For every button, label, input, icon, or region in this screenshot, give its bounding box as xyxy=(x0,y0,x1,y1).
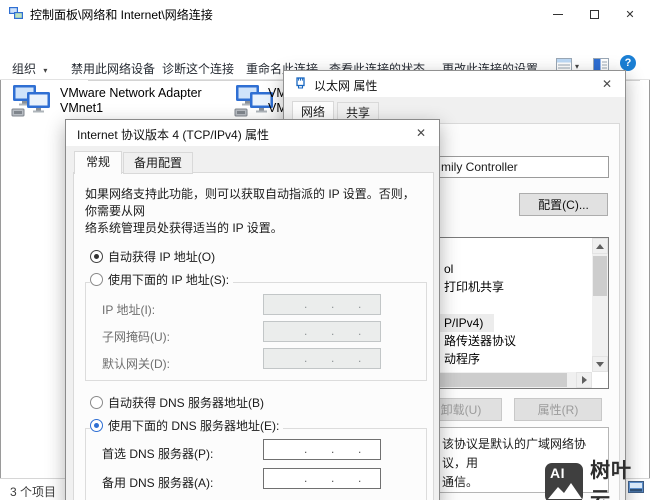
radio-auto-ip[interactable]: 自动获得 IP 地址(O) xyxy=(90,248,219,265)
octet-separator: . xyxy=(358,471,361,485)
radio-auto-ip-label: 自动获得 IP 地址(O) xyxy=(108,248,215,265)
toolbar-disable-device[interactable]: 禁用此网络设备 xyxy=(71,60,155,77)
octet-separator: . xyxy=(331,324,334,338)
close-icon: ✕ xyxy=(416,126,426,140)
radio-selected-icon xyxy=(90,419,103,432)
window-title: 控制面板\网络和 Internet\网络连接 xyxy=(30,6,213,23)
octet-separator: . xyxy=(358,297,361,311)
ethernet-icon xyxy=(294,77,307,90)
octet-separator: . xyxy=(304,351,307,365)
radio-auto-dns[interactable]: 自动获得 DNS 服务器地址(B) xyxy=(90,394,268,411)
vertical-scrollbar[interactable] xyxy=(592,238,608,372)
ip-address-label: IP 地址(I): xyxy=(102,301,155,318)
scroll-up-button[interactable] xyxy=(592,238,608,254)
ip-address-field: . . . xyxy=(263,294,381,315)
ethernet-dialog-titlebar: 以太网 属性 ✕ xyxy=(284,71,625,97)
title-bar: 控制面板\网络和 Internet\网络连接 ✕ xyxy=(0,0,650,28)
toolbar-diagnose-connection[interactable]: 诊断这个连接 xyxy=(162,60,234,77)
octet-separator: . xyxy=(304,297,307,311)
radio-auto-dns-label: 自动获得 DNS 服务器地址(B) xyxy=(108,394,264,411)
ethernet-dialog-title: 以太网 属性 xyxy=(314,77,377,94)
configure-button[interactable]: 配置(C)... xyxy=(519,193,608,216)
close-icon: ✕ xyxy=(625,8,634,21)
watermark-logo-icon: AI xyxy=(545,463,583,500)
tab-alternate-config[interactable]: 备用配置 xyxy=(123,152,193,174)
octet-separator: . xyxy=(358,351,361,365)
scroll-right-button[interactable] xyxy=(576,372,592,388)
radio-unselected-icon xyxy=(90,396,103,409)
octet-separator: . xyxy=(331,442,334,456)
organize-caret-icon: ▾ xyxy=(43,66,47,75)
vertical-scroll-thumb[interactable] xyxy=(593,256,607,296)
radio-manual-dns[interactable]: 使用下面的 DNS 服务器地址(E): xyxy=(90,417,283,434)
preferred-dns-label: 首选 DNS 服务器(P): xyxy=(102,445,213,462)
minimize-button[interactable] xyxy=(540,0,576,28)
intro-line: 如果网络支持此功能，则可以获取自动指派的 IP 设置。否则，你需要从网 xyxy=(85,186,420,220)
radio-manual-ip-label: 使用下面的 IP 地址(S): xyxy=(108,271,229,288)
maximize-icon xyxy=(590,10,599,19)
scroll-right-icon xyxy=(582,376,587,384)
octet-separator: . xyxy=(358,442,361,456)
tcpip-properties-dialog: Internet 协议版本 4 (TCP/IPv4) 属性 ✕ 常规 备用配置 … xyxy=(65,119,440,500)
picture-icon xyxy=(628,481,644,493)
watermark-brand: 树叶云 xyxy=(590,454,650,500)
scroll-down-icon xyxy=(596,362,604,367)
help-icon: ? xyxy=(625,57,632,69)
minimize-icon xyxy=(553,14,563,15)
tab-general[interactable]: 常规 xyxy=(74,151,122,174)
tcpip-dialog-titlebar: Internet 协议版本 4 (TCP/IPv4) 属性 ✕ xyxy=(66,120,439,146)
octet-separator: . xyxy=(331,351,334,365)
alternate-dns-field[interactable]: . . . xyxy=(263,468,381,489)
app-icon xyxy=(8,6,24,22)
octet-separator: . xyxy=(304,324,307,338)
radio-manual-dns-label: 使用下面的 DNS 服务器地址(E): xyxy=(108,417,279,434)
subnet-mask-label: 子网掩码(U): xyxy=(102,328,170,345)
octet-separator: . xyxy=(331,471,334,485)
properties-button: 属性(R) xyxy=(514,398,602,421)
default-gateway-field: . . . xyxy=(263,348,381,369)
octet-separator: . xyxy=(304,442,307,456)
maximize-button[interactable] xyxy=(576,0,612,28)
organize-label: 组织 xyxy=(12,62,36,76)
watermark: AI 树叶云 xyxy=(545,454,650,500)
help-button[interactable]: ? xyxy=(620,55,636,71)
close-icon: ✕ xyxy=(602,77,612,91)
octet-separator: . xyxy=(358,324,361,338)
organize-menu[interactable]: 组织 ▾ xyxy=(12,60,47,77)
octet-separator: . xyxy=(304,471,307,485)
subnet-mask-field: . . . xyxy=(263,321,381,342)
radio-manual-ip[interactable]: 使用下面的 IP 地址(S): xyxy=(90,271,233,288)
ethernet-close-button[interactable]: ✕ xyxy=(592,71,622,97)
scroll-down-button[interactable] xyxy=(592,356,608,372)
default-gateway-label: 默认网关(D): xyxy=(102,355,170,372)
radio-unselected-icon xyxy=(90,273,103,286)
adapter-vmnet1[interactable]: VMware Network Adapter VMnet1 xyxy=(60,86,202,116)
network-connections-window: 控制面板\网络和 Internet\网络连接 ✕ ← → ⌄ ↑ › 控制面板 … xyxy=(0,0,650,500)
close-button[interactable]: ✕ xyxy=(612,0,648,28)
tcpip-dialog-title: Internet 协议版本 4 (TCP/IPv4) 属性 xyxy=(77,126,269,143)
items-count: 3 个项目 xyxy=(10,483,56,500)
network-adapter-icon[interactable] xyxy=(10,84,56,118)
scroll-up-icon xyxy=(596,244,604,249)
tcpip-close-button[interactable]: ✕ xyxy=(406,120,436,146)
address-bar: ← → ⌄ ↑ › 控制面板 › 网络和 Internet › 网络连接 ⌄ ↻ xyxy=(0,28,650,56)
radio-selected-icon xyxy=(90,250,103,263)
adapter-name: VMware Network Adapter xyxy=(60,86,202,101)
tcpip-intro-text: 如果网络支持此功能，则可以获取自动指派的 IP 设置。否则，你需要从网 络系统管… xyxy=(85,186,420,237)
mountain-icon xyxy=(545,481,583,500)
alternate-dns-label: 备用 DNS 服务器(A): xyxy=(102,474,213,491)
octet-separator: . xyxy=(331,297,334,311)
watermark-logo-text: AI xyxy=(550,465,565,481)
adapter-subname: VMnet1 xyxy=(60,101,202,116)
intro-line: 络系统管理员处获得适当的 IP 设置。 xyxy=(85,220,420,237)
preferred-dns-field[interactable]: . . . xyxy=(263,439,381,460)
